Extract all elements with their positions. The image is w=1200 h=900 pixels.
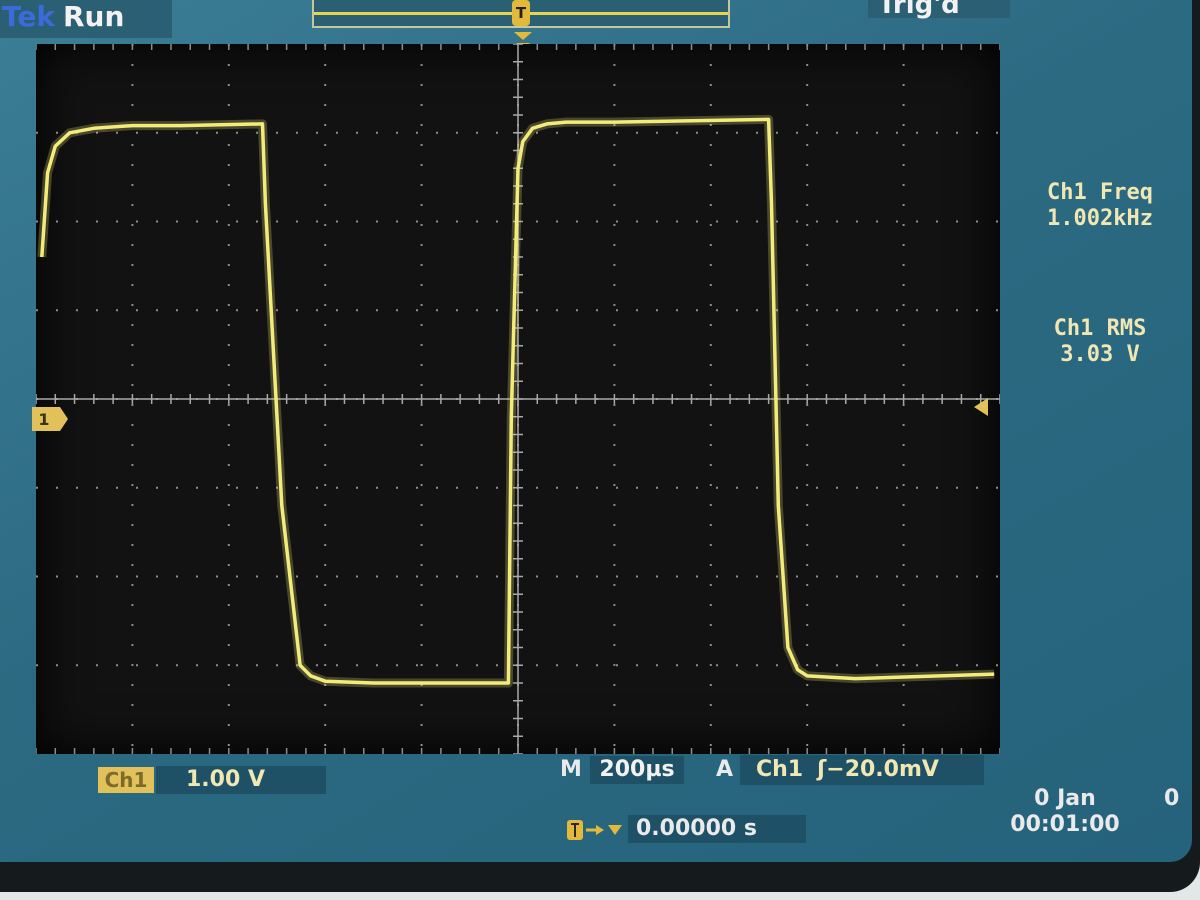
measurement-value: 3.03 V <box>1060 342 1140 367</box>
trigger-position-icon: T <box>512 0 530 26</box>
timebase-label: M <box>560 757 582 782</box>
vertical-scale-readout: 1.00 V <box>156 766 326 794</box>
time-label: 00:01:00 <box>1010 812 1120 837</box>
oscilloscope-screen: TekRun T Trig'd T 1 Ch1 Freq 1.002kHz Ch… <box>0 0 1192 862</box>
trigger-status-label: Trig'd <box>868 0 1010 18</box>
channel-ground-marker: 1 <box>32 407 68 431</box>
status-count-label: 0 <box>1164 786 1180 811</box>
date-time-display: 0 Jan 00:01:00 <box>990 786 1140 838</box>
trigger-readout: Ch1 ʃ−20.0mV <box>740 755 984 785</box>
trigger-level: ʃ−20.0mV <box>817 757 939 782</box>
waveform-plot <box>36 44 1000 754</box>
measurement-label: Ch1 RMS <box>1053 316 1147 341</box>
measurement-label: Ch1 Freq <box>1047 180 1153 205</box>
timebase-readout: 200µs <box>590 756 684 784</box>
measurement-value: 1.002kHz <box>1047 206 1153 231</box>
horizontal-position-icon <box>567 820 622 840</box>
brand-label: Tek <box>2 0 55 33</box>
run-state-label: Run <box>63 0 125 33</box>
trigger-source: Ch1 <box>756 757 804 782</box>
date-label: 0 Jan <box>1034 786 1096 811</box>
measurement-rms: Ch1 RMS 3.03 V <box>1010 316 1190 368</box>
measurement-frequency: Ch1 Freq 1.002kHz <box>1010 180 1190 232</box>
trigger-type-label: A <box>716 757 734 782</box>
horizontal-position-readout: 0.00000 s <box>628 815 806 843</box>
waveform-graticule <box>36 44 1000 754</box>
ground-marker-label: 1 <box>38 410 49 429</box>
trigger-level-marker <box>974 398 988 416</box>
acquisition-status: Tek Run <box>0 0 172 38</box>
channel-badge[interactable]: Ch1 <box>98 767 154 793</box>
